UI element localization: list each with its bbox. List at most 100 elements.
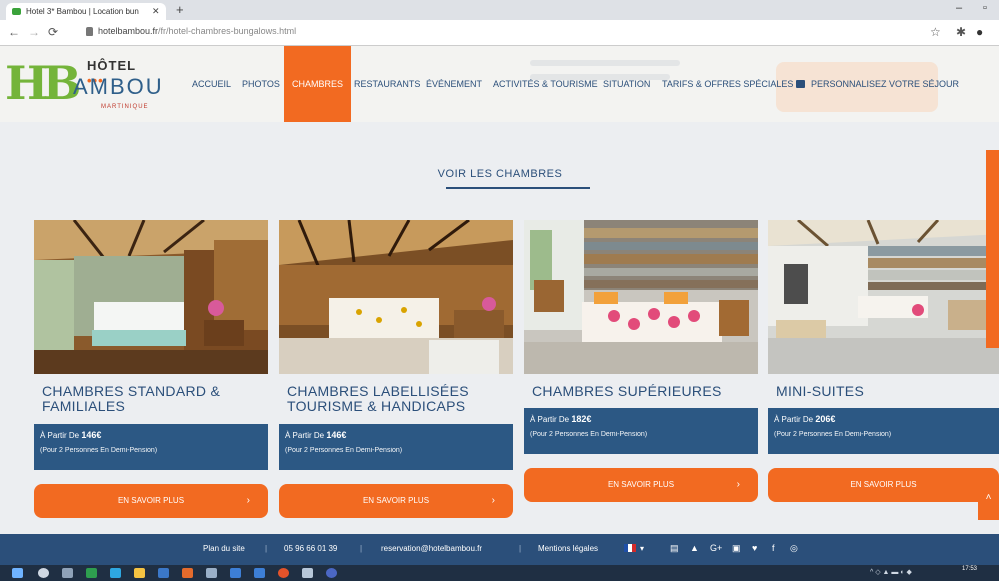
- en-savoir-plus-button[interactable]: EN SAVOIR PLUS ›: [34, 484, 268, 518]
- chrome-icon[interactable]: [278, 568, 289, 578]
- logo-martinique-text: MARTINIQUE: [101, 104, 149, 110]
- price-line: À Partir De 146€: [40, 430, 262, 440]
- price-box: À Partir De 182€ (Pour 2 Personnes En De…: [524, 408, 758, 454]
- nav-restaurants[interactable]: RESTAURANTS: [354, 46, 420, 122]
- tab-close-icon[interactable]: ✕: [152, 3, 160, 20]
- extensions-icon[interactable]: ✱: [956, 25, 966, 39]
- side-booking-tab[interactable]: [986, 150, 999, 348]
- system-tray-icons[interactable]: ^ ◇ ▲ ▬ ◐ ◆: [870, 568, 930, 578]
- section-title-underline: [446, 187, 590, 189]
- price-prefix: À Partir De: [774, 415, 816, 424]
- app-icon[interactable]: [206, 568, 217, 578]
- outlook-icon[interactable]: [254, 568, 265, 578]
- new-tab-button[interactable]: +: [176, 2, 184, 17]
- price-note: (Pour 2 Personnes En Demi-Pension): [530, 431, 648, 438]
- cta-label: EN SAVOIR PLUS: [607, 480, 675, 489]
- clock: 17:53: [962, 566, 978, 572]
- en-savoir-plus-button[interactable]: EN SAVOIR PLUS: [768, 468, 999, 502]
- footer-phone[interactable]: 05 96 66 01 39: [284, 544, 337, 553]
- forward-icon[interactable]: →: [28, 25, 40, 39]
- flickr-icon[interactable]: ◎: [790, 543, 798, 554]
- price-prefix: À Partir De: [530, 415, 572, 424]
- browser-tab[interactable]: Hotel 3* Bambou | Location bun ✕: [6, 3, 166, 20]
- word-icon[interactable]: [230, 568, 241, 578]
- en-savoir-plus-button[interactable]: EN SAVOIR PLUS ›: [524, 468, 758, 502]
- rooms-section: VOIR LES CHAMBRES CHAMBRES STANDARD & FA…: [0, 122, 999, 534]
- price-line: À Partir De 182€: [530, 414, 752, 424]
- section-title: VOIR LES CHAMBRES: [437, 168, 563, 180]
- nav-situation[interactable]: SITUATION: [603, 46, 650, 122]
- price-box: À Partir De 146€ (Pour 2 Personnes En De…: [34, 424, 268, 470]
- app-icon[interactable]: [326, 568, 337, 578]
- chevron-up-icon: ˄: [985, 492, 992, 503]
- google-plus-icon[interactable]: G+: [710, 543, 722, 553]
- scroll-to-top-button[interactable]: ˄: [978, 484, 999, 520]
- price-value: 146€: [326, 430, 347, 440]
- browser-tabbar: Hotel 3* Bambou | Location bun ✕ + – ▫: [0, 0, 999, 20]
- room-name-line2: FAMILIALES: [42, 398, 126, 414]
- url-field[interactable]: hotelbambou.fr/fr/hotel-chambres-bungalo…: [98, 26, 296, 36]
- excel-icon[interactable]: [86, 568, 97, 578]
- lock-icon: [86, 27, 93, 36]
- logo-bambou-text: AMBOU: [73, 74, 164, 99]
- cta-label: EN SAVOIR PLUS: [850, 480, 917, 489]
- file-explorer-icon[interactable]: [134, 568, 145, 578]
- restore-icon[interactable]: ▫: [983, 2, 987, 14]
- os-taskbar: ^ ◇ ▲ ▬ ◐ ◆ 17:53: [0, 565, 999, 581]
- nav-tarifs-offres[interactable]: TARIFS & OFFRES SPÉCIALES: [662, 46, 793, 122]
- room-photo[interactable]: [524, 220, 758, 374]
- price-note: (Pour 2 Personnes En Demi-Pension): [285, 447, 403, 454]
- price-line: À Partir De 206€: [774, 414, 996, 424]
- price-note: (Pour 2 Personnes En Demi-Pension): [40, 447, 158, 454]
- en-savoir-plus-button[interactable]: EN SAVOIR PLUS ›: [279, 484, 513, 518]
- footer-separator: |: [519, 544, 522, 553]
- edge-icon[interactable]: [110, 568, 121, 578]
- reload-icon[interactable]: ⟳: [48, 25, 58, 39]
- instagram-icon[interactable]: ▲: [690, 543, 699, 553]
- tripadvisor-icon[interactable]: ▤: [670, 543, 679, 554]
- minimize-icon[interactable]: –: [956, 2, 962, 14]
- footer-email-link[interactable]: reservation@hotelbambou.fr: [381, 544, 482, 553]
- footer-sitemap-link[interactable]: Plan du site: [203, 544, 245, 553]
- app-icon[interactable]: [182, 568, 193, 578]
- nav-personnalisez-label: PERSONNALISEZ VOTRE SÉJOUR: [811, 79, 960, 89]
- price-line: À Partir De 146€: [285, 430, 507, 440]
- nav-accueil[interactable]: ACCUEIL: [192, 46, 231, 122]
- room-card: MINI-SUITES À Partir De 206€ (Pour 2 Per…: [768, 220, 999, 502]
- room-name-line1: MINI-SUITES: [776, 383, 865, 399]
- room-name-line2: TOURISME & HANDICAPS: [287, 398, 466, 414]
- site-favicon-icon: [12, 8, 21, 15]
- youtube-icon[interactable]: ▣: [732, 543, 741, 554]
- logo-monogram: HB: [5, 56, 81, 110]
- site-footer: Plan du site | 05 96 66 01 39 | reservat…: [0, 534, 999, 565]
- nav-evenement[interactable]: ÉVÉNEMENT: [426, 46, 482, 122]
- back-icon[interactable]: ←: [8, 25, 20, 39]
- facebook-icon[interactable]: f: [772, 543, 775, 553]
- mail-icon[interactable]: [158, 568, 169, 578]
- twitter-icon[interactable]: ♥: [752, 543, 757, 553]
- footer-legal-link[interactable]: Mentions légales: [538, 544, 598, 553]
- price-value: 182€: [571, 414, 592, 424]
- star-icon[interactable]: ☆: [930, 25, 941, 39]
- nav-photos[interactable]: PHOTOS: [242, 46, 280, 122]
- language-flag-icon[interactable]: [624, 544, 636, 552]
- nav-personnalisez-sejour[interactable]: PERSONNALISEZ VOTRE SÉJOUR: [796, 46, 959, 122]
- task-view-icon[interactable]: [62, 568, 73, 578]
- chevron-right-icon: ›: [491, 495, 495, 506]
- language-caret-icon[interactable]: ▾: [640, 544, 644, 553]
- room-photo[interactable]: [34, 220, 268, 374]
- price-value: 146€: [81, 430, 102, 440]
- room-card: CHAMBRES STANDARD & FAMILIALES À Partir …: [34, 220, 268, 518]
- price-prefix: À Partir De: [285, 431, 327, 440]
- search-icon[interactable]: [38, 568, 49, 578]
- app-icon[interactable]: [302, 568, 313, 578]
- nav-activites-tourisme[interactable]: ACTIVITÉS & TOURISME: [493, 46, 598, 122]
- chevron-right-icon: ›: [736, 479, 740, 490]
- room-photo[interactable]: [279, 220, 513, 374]
- profile-icon[interactable]: ●: [976, 25, 983, 39]
- hotel-logo[interactable]: HB HÔTEL ••• AMBOU MARTINIQUE: [5, 52, 162, 118]
- windows-start-icon[interactable]: [12, 568, 23, 578]
- chevron-right-icon: ›: [246, 495, 250, 506]
- nav-chambres[interactable]: CHAMBRES: [284, 46, 352, 122]
- room-photo[interactable]: [768, 220, 999, 374]
